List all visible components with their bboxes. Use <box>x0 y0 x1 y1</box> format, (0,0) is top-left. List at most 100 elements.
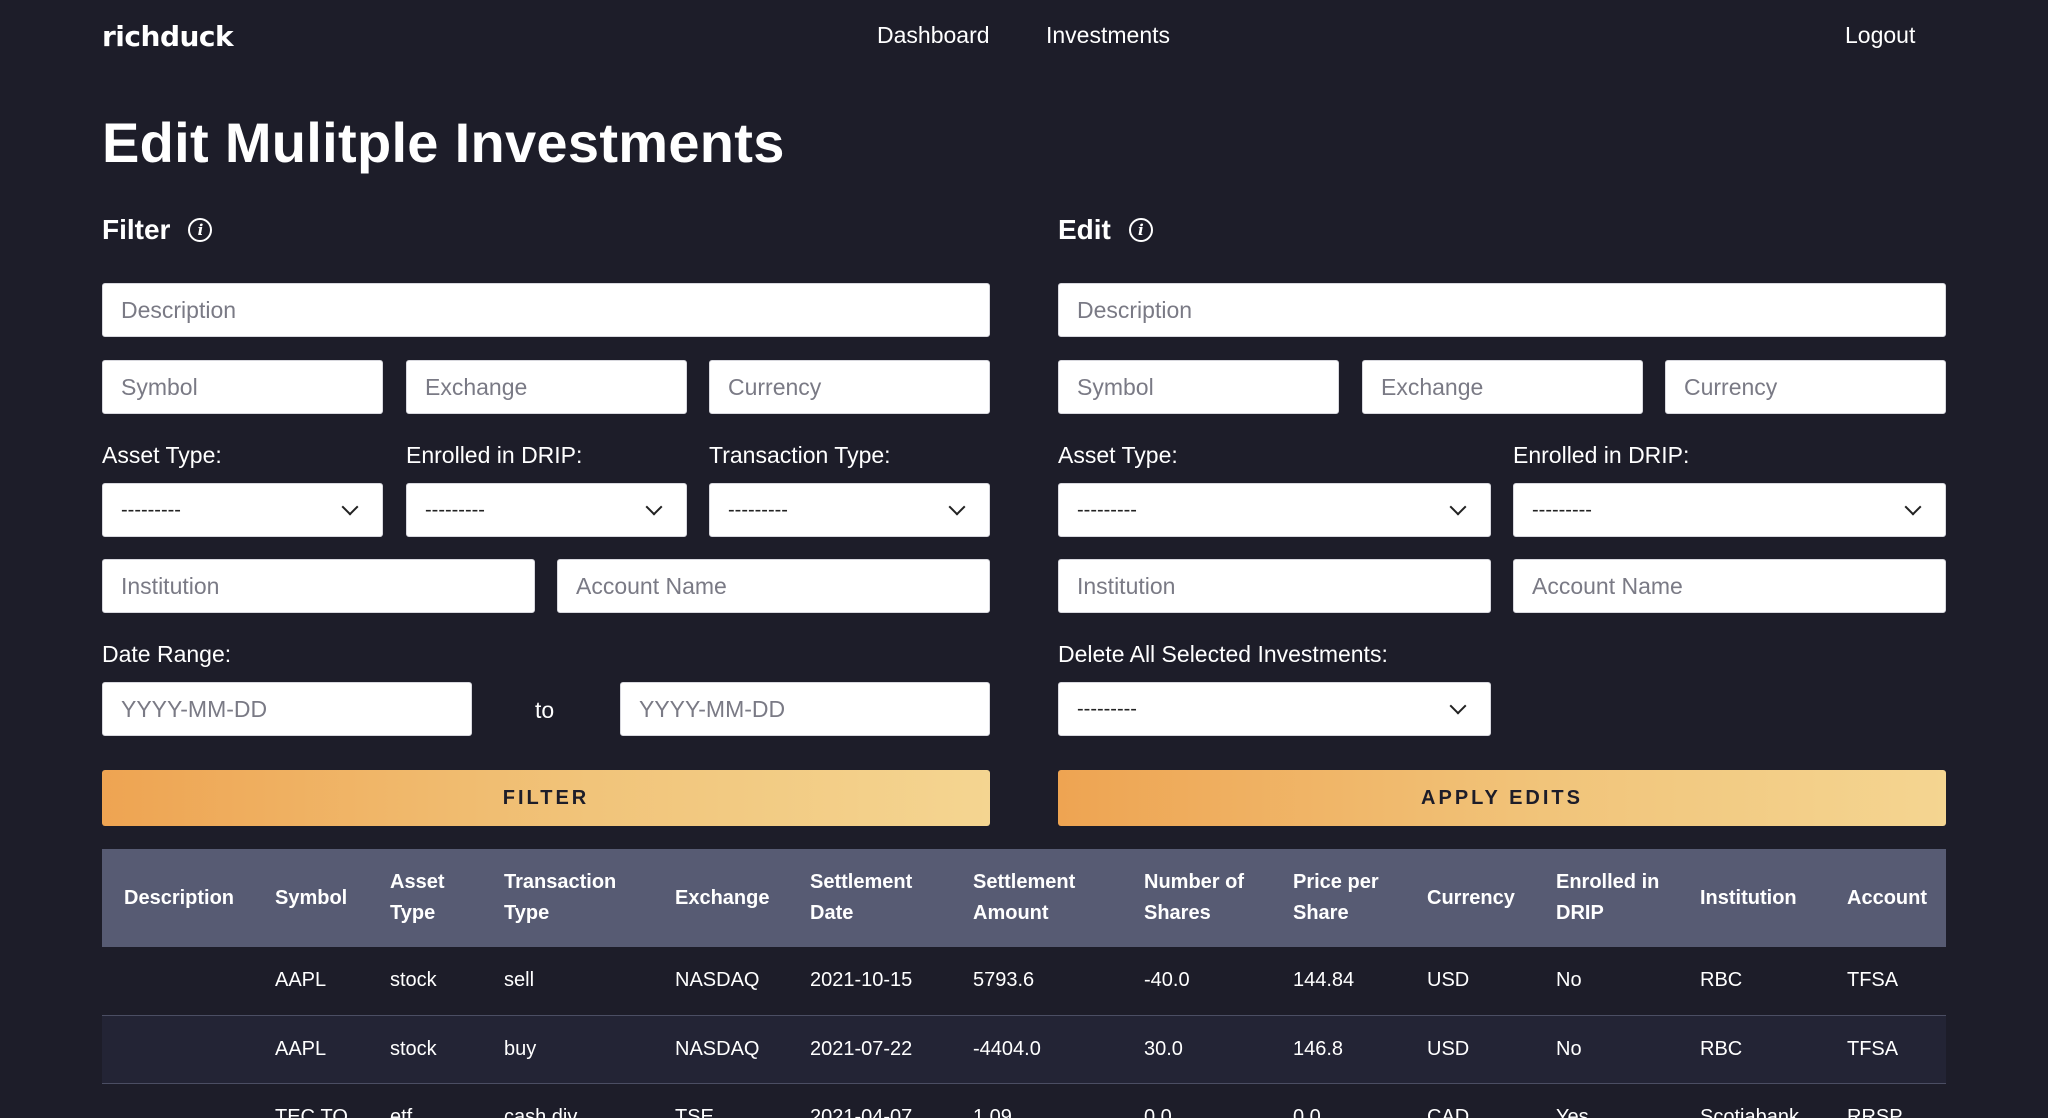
filter-asset-type-value: --------- <box>121 498 181 521</box>
col-transaction-type-header[interactable]: Transaction Type <box>482 849 653 947</box>
cell-description <box>102 1015 253 1083</box>
cell-currency: USD <box>1427 1037 1470 1060</box>
cell-settlement-amount: 1.09 <box>973 1105 1012 1118</box>
col-drip-header[interactable]: Enrolled in DRIP <box>1534 849 1678 947</box>
cell-institution: RBC <box>1700 969 1743 992</box>
edit-currency-input[interactable] <box>1665 360 1946 414</box>
filter-header: Filter i <box>102 210 213 250</box>
filter-account-name-input[interactable] <box>557 559 990 613</box>
edit-asset-type-select[interactable]: --------- <box>1058 483 1491 537</box>
cell-settlement-date: 2021-04-07 <box>810 1105 913 1118</box>
col-asset-type-header[interactable]: Asset Type <box>368 849 482 947</box>
cell-shares: 0.0 <box>1144 1105 1172 1118</box>
filter-asset-type-label: Asset Type: <box>102 442 222 468</box>
table-row[interactable]: TEC.TO etf cash div TSE 2021-04-07 1.09 … <box>102 1083 1946 1118</box>
filter-transaction-type-select[interactable]: --------- <box>709 483 990 537</box>
table-header-row: Description Symbol Asset Type Transaction… <box>102 849 1946 947</box>
col-account-header[interactable]: Account <box>1825 849 1946 947</box>
cell-exchange: TSE <box>675 1105 714 1118</box>
chevron-down-icon <box>341 498 359 516</box>
cell-drip: No <box>1556 969 1582 992</box>
filter-transaction-type-label: Transaction Type: <box>709 442 891 468</box>
logo[interactable]: richduck <box>102 20 234 53</box>
filter-drip-select[interactable]: --------- <box>406 483 687 537</box>
col-institution-header[interactable]: Institution <box>1678 849 1825 947</box>
delete-selected-label: Delete All Selected Investments: <box>1058 641 1388 667</box>
nav-investments-link[interactable]: Investments <box>1046 22 1170 49</box>
edit-info-icon[interactable]: i <box>1128 218 1153 242</box>
chevron-down-icon <box>948 498 966 516</box>
chevron-down-icon <box>1449 697 1467 715</box>
apply-edits-button[interactable]: APPLY EDITS <box>1058 770 1946 826</box>
cell-transaction-type: buy <box>504 1037 537 1060</box>
edit-drip-value: --------- <box>1532 498 1592 521</box>
cell-currency: USD <box>1427 969 1470 992</box>
filter-date-from-input[interactable] <box>102 682 472 736</box>
delete-selected-value: --------- <box>1077 697 1137 720</box>
cell-account: TFSA <box>1847 969 1899 992</box>
cell-symbol: TEC.TO <box>275 1105 348 1118</box>
filter-info-icon[interactable]: i <box>188 218 213 242</box>
cell-drip: Yes <box>1556 1105 1589 1118</box>
cell-exchange: NASDAQ <box>675 969 760 992</box>
edit-drip-label: Enrolled in DRIP: <box>1513 442 1690 468</box>
edit-asset-type-value: --------- <box>1077 498 1137 521</box>
edit-header: Edit i <box>1058 210 1153 250</box>
cell-description <box>102 947 253 1015</box>
filter-exchange-input[interactable] <box>406 360 687 414</box>
cell-price: 144.84 <box>1293 969 1355 992</box>
cell-symbol: AAPL <box>275 969 327 992</box>
nav-dashboard-link[interactable]: Dashboard <box>877 22 990 49</box>
edit-institution-input[interactable] <box>1058 559 1491 613</box>
col-exchange-header[interactable]: Exchange <box>653 849 788 947</box>
filter-button[interactable]: FILTER <box>102 770 990 826</box>
cell-institution: Scotiabank <box>1700 1105 1799 1118</box>
chevron-down-icon <box>1449 498 1467 516</box>
filter-asset-type-select[interactable]: --------- <box>102 483 383 537</box>
cell-settlement-date: 2021-10-15 <box>810 969 913 992</box>
filter-currency-input[interactable] <box>709 360 990 414</box>
nav-logout-link[interactable]: Logout <box>1845 22 1915 49</box>
edit-symbol-input[interactable] <box>1058 360 1339 414</box>
filter-institution-input[interactable] <box>102 559 535 613</box>
cell-settlement-amount: 5793.6 <box>973 969 1035 992</box>
cell-exchange: NASDAQ <box>675 1037 760 1060</box>
date-range-to-text: to <box>535 697 555 723</box>
table-row[interactable]: AAPL stock buy NASDAQ 2021-07-22 -4404.0… <box>102 1015 1946 1083</box>
cell-settlement-amount: -4404.0 <box>973 1037 1041 1060</box>
filter-symbol-input[interactable] <box>102 360 383 414</box>
col-currency-header[interactable]: Currency <box>1405 849 1534 947</box>
cell-description <box>102 1083 253 1118</box>
cell-currency: CAD <box>1427 1105 1470 1118</box>
cell-asset-type: stock <box>390 1037 437 1060</box>
edit-title: Edit <box>1058 214 1111 245</box>
col-description-header[interactable]: Description <box>102 849 253 947</box>
cell-asset-type: etf <box>390 1105 413 1118</box>
cell-price: 146.8 <box>1293 1037 1344 1060</box>
table-row[interactable]: AAPL stock sell NASDAQ 2021-10-15 5793.6… <box>102 947 1946 1015</box>
filter-date-to-input[interactable] <box>620 682 990 736</box>
page: richduck Dashboard Investments Logout Ed… <box>0 0 2048 1118</box>
col-shares-header[interactable]: Number of Shares <box>1122 849 1271 947</box>
edit-exchange-input[interactable] <box>1362 360 1643 414</box>
chevron-down-icon <box>1904 498 1922 516</box>
filter-description-input[interactable] <box>102 283 990 337</box>
filter-date-range-label: Date Range: <box>102 641 232 667</box>
col-price-header[interactable]: Price per Share <box>1271 849 1405 947</box>
cell-account: RRSP <box>1847 1105 1903 1118</box>
edit-account-name-input[interactable] <box>1513 559 1946 613</box>
investments-table: Description Symbol Asset Type Transaction… <box>102 849 1946 1118</box>
edit-drip-select[interactable]: --------- <box>1513 483 1946 537</box>
cell-institution: RBC <box>1700 1037 1743 1060</box>
col-symbol-header[interactable]: Symbol <box>253 849 368 947</box>
cell-drip: No <box>1556 1037 1582 1060</box>
filter-title: Filter <box>102 214 171 245</box>
delete-selected-select[interactable]: --------- <box>1058 682 1491 736</box>
top-nav: richduck Dashboard Investments Logout <box>0 0 2048 72</box>
col-settlement-amount-header[interactable]: Settlement Amount <box>951 849 1122 947</box>
edit-description-input[interactable] <box>1058 283 1946 337</box>
chevron-down-icon <box>645 498 663 516</box>
cell-shares: 30.0 <box>1144 1037 1183 1060</box>
cell-transaction-type: cash div <box>504 1105 578 1118</box>
col-settlement-date-header[interactable]: Settlement Date <box>788 849 951 947</box>
